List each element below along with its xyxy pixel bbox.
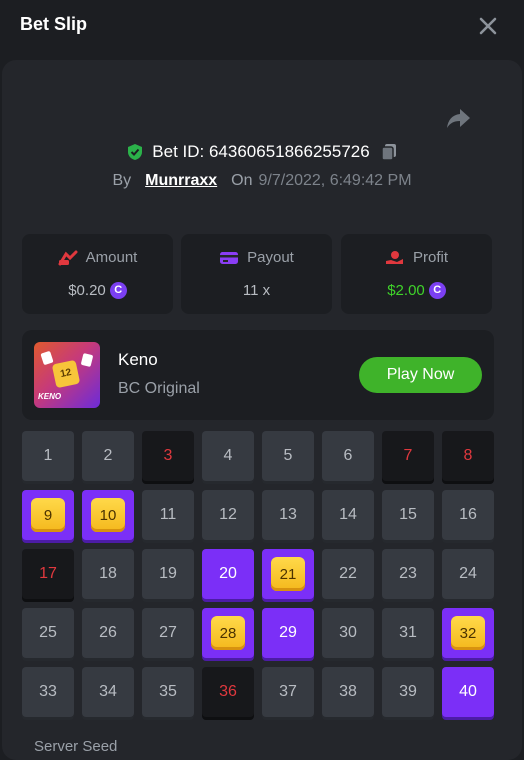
page-title: Bet Slip bbox=[20, 14, 88, 34]
keno-board: 1 2 3 4 5 6 7 8 9 10 11 12 13 14 15 16 17 18 19 20 21 22 23 24 2… bbox=[22, 431, 494, 731]
coin-icon: C bbox=[428, 282, 446, 299]
keno-cell-10: 10 bbox=[82, 490, 134, 540]
mini-tile-icon bbox=[80, 352, 94, 368]
keno-cell-7: 7 bbox=[382, 431, 434, 481]
keno-cell-8: 8 bbox=[442, 431, 494, 481]
keno-cell-15: 15 bbox=[382, 490, 434, 540]
payout-label: Payout bbox=[247, 249, 294, 266]
bet-date: 9/7/2022, 6:49:42 PM bbox=[258, 172, 412, 189]
payout-card: Payout 11 x bbox=[181, 234, 332, 314]
on-label: On bbox=[231, 172, 253, 189]
gold-gem-icon: 9 bbox=[31, 498, 65, 532]
copy-icon[interactable] bbox=[380, 143, 398, 161]
bet-slip-header: Bet Slip bbox=[0, 0, 524, 58]
keno-cell-31: 31 bbox=[382, 608, 434, 658]
hand-coin-icon bbox=[385, 250, 403, 264]
keno-cell-27: 27 bbox=[142, 608, 194, 658]
bet-id: Bet ID: 64360651866255726 bbox=[152, 142, 370, 161]
gold-gem-icon: 32 bbox=[451, 616, 485, 650]
keno-cell-32: 32 bbox=[442, 608, 494, 658]
keno-game-thumbnail[interactable]: 12 KENO bbox=[34, 342, 100, 408]
keno-cell-28: 28 bbox=[202, 608, 254, 658]
server-seed-label: Server Seed bbox=[34, 738, 118, 755]
gold-gem-icon: 10 bbox=[91, 498, 125, 532]
close-button[interactable] bbox=[476, 14, 500, 38]
keno-cell-20: 20 bbox=[202, 549, 254, 599]
game-card: 12 KENO Keno BC Original Play Now bbox=[22, 330, 494, 420]
gold-gem-icon: 21 bbox=[271, 557, 305, 591]
keno-cell-9: 9 bbox=[22, 490, 74, 540]
keno-cell-19: 19 bbox=[142, 549, 194, 599]
keno-cell-22: 22 bbox=[322, 549, 374, 599]
share-button[interactable] bbox=[444, 106, 472, 132]
keno-cell-23: 23 bbox=[382, 549, 434, 599]
close-icon[interactable] bbox=[476, 14, 500, 38]
keno-cell-17: 17 bbox=[22, 549, 74, 599]
keno-cell-21: 21 bbox=[262, 549, 314, 599]
keno-cell-37: 37 bbox=[262, 667, 314, 717]
bet-author-row: By Munrraxx On 9/7/2022, 6:49:42 PM bbox=[0, 170, 524, 192]
keno-cell-25: 25 bbox=[22, 608, 74, 658]
by-label: By bbox=[112, 172, 132, 189]
keno-cell-2: 2 bbox=[82, 431, 134, 481]
keno-cell-4: 4 bbox=[202, 431, 254, 481]
mini-tile-icon bbox=[40, 350, 54, 366]
coin-icon: C bbox=[109, 282, 127, 299]
keno-cell-13: 13 bbox=[262, 490, 314, 540]
share-icon[interactable] bbox=[444, 106, 472, 132]
keno-cell-18: 18 bbox=[82, 549, 134, 599]
profit-label: Profit bbox=[412, 249, 448, 266]
profit-value: $2.00 bbox=[387, 282, 425, 299]
money-bag-icon bbox=[58, 250, 78, 265]
card-icon bbox=[220, 251, 239, 264]
keno-cell-14: 14 bbox=[322, 490, 374, 540]
keno-cell-39: 39 bbox=[382, 667, 434, 717]
keno-cell-30: 30 bbox=[322, 608, 374, 658]
thumb-tag: KENO bbox=[38, 392, 62, 401]
keno-cell-34: 34 bbox=[82, 667, 134, 717]
amount-label: Amount bbox=[85, 249, 138, 266]
shield-check-icon bbox=[128, 144, 143, 160]
keno-cell-26: 26 bbox=[82, 608, 134, 658]
keno-cell-33: 33 bbox=[22, 667, 74, 717]
play-now-button[interactable]: Play Now bbox=[359, 357, 482, 393]
amount-value: $0.20 bbox=[68, 282, 106, 299]
thumb-tile: 12 bbox=[51, 359, 81, 389]
keno-cell-3: 3 bbox=[142, 431, 194, 481]
keno-cell-40: 40 bbox=[442, 667, 494, 717]
game-subtitle: BC Original bbox=[118, 380, 200, 397]
amount-card: Amount $0.20 C bbox=[22, 234, 173, 314]
payout-value: 11 x bbox=[242, 282, 271, 299]
keno-cell-16: 16 bbox=[442, 490, 494, 540]
gold-gem-icon: 28 bbox=[211, 616, 245, 650]
keno-cell-38: 38 bbox=[322, 667, 374, 717]
game-name: Keno bbox=[118, 350, 158, 369]
keno-cell-29: 29 bbox=[262, 608, 314, 658]
keno-cell-6: 6 bbox=[322, 431, 374, 481]
keno-cell-36: 36 bbox=[202, 667, 254, 717]
profit-card: Profit $2.00 C bbox=[341, 234, 492, 314]
keno-cell-12: 12 bbox=[202, 490, 254, 540]
username-link[interactable]: Munrraxx bbox=[145, 172, 217, 190]
keno-cell-11: 11 bbox=[142, 490, 194, 540]
keno-cell-5: 5 bbox=[262, 431, 314, 481]
bet-id-row: Bet ID: 64360651866255726 bbox=[0, 140, 524, 164]
keno-cell-24: 24 bbox=[442, 549, 494, 599]
keno-cell-35: 35 bbox=[142, 667, 194, 717]
keno-cell-1: 1 bbox=[22, 431, 74, 481]
